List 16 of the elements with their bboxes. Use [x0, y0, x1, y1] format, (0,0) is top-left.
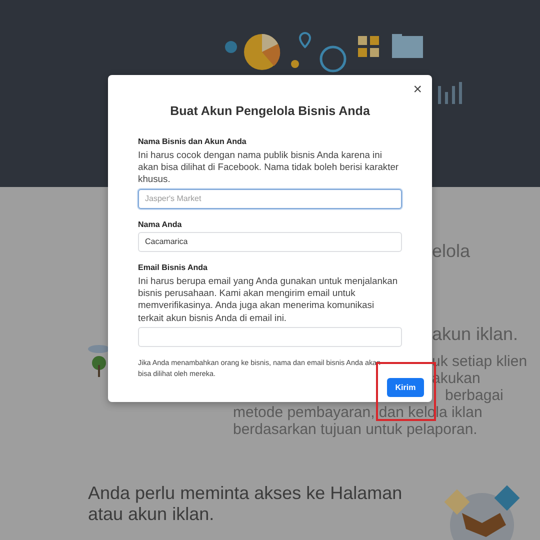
input-field[interactable]: Cacamarica — [138, 232, 402, 252]
close-button[interactable]: × — [413, 82, 422, 97]
input-field[interactable]: Jasper's Market — [138, 188, 402, 209]
help-text: Ini harus cocok dengan nama publik bisnis Anda karena ini akan bisa dilihat di Facebook. Nama tidak boleh berisi karakter khusus. — [138, 148, 400, 186]
field-label: Nama Bisnis dan Akun Anda — [138, 136, 248, 148]
body-text: berdasarkan tujuan untuk pelaporan. — [233, 421, 478, 438]
body-text: berbagai — [445, 387, 504, 404]
dialog-title: Buat Akun Pengelola Bisnis Anda — [169, 103, 371, 120]
help-text: Ini harus berupa email yang Anda gunakan untuk menjalankan bisnis perusahaan. Kami akan mengirim email untuk memverifikasinya. Anda juga akan menerima komunikasi terkait akun bisnis Anda di email ini. — [138, 274, 399, 324]
heading-text: elola — [432, 240, 470, 262]
submit-button[interactable]: Kirim — [387, 378, 424, 397]
field-label: Email Bisnis Anda — [138, 262, 208, 274]
heading-text: akun iklan. — [432, 323, 518, 345]
section-heading: Anda perlu meminta akses ke Halaman atau akun iklan. — [87, 483, 404, 525]
field-label: Nama Anda — [138, 218, 183, 231]
tree-icon — [88, 345, 110, 377]
